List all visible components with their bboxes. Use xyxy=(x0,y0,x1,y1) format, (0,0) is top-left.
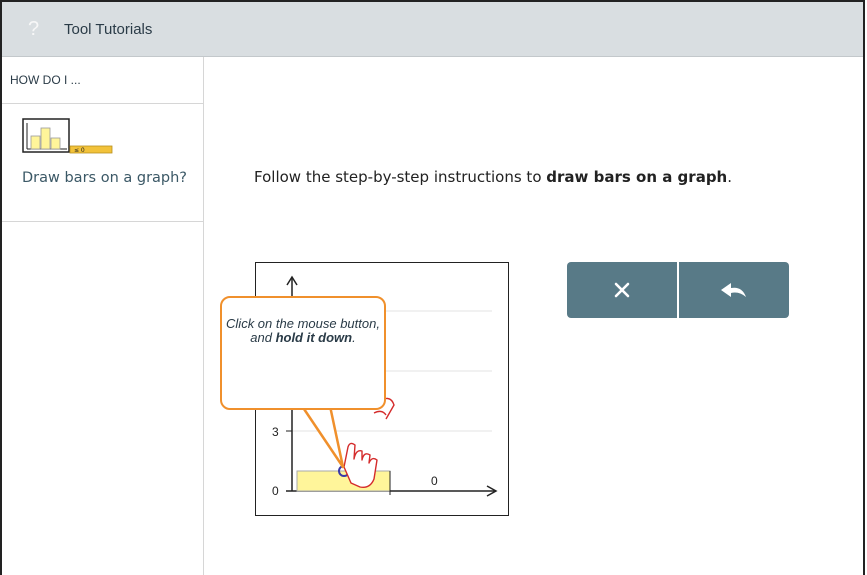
svg-text:≤ 0: ≤ 0 xyxy=(74,147,85,154)
instruction-prefix: Follow the step-by-step instructions to xyxy=(254,168,547,186)
bar[interactable] xyxy=(296,470,391,492)
window-title: Tool Tutorials xyxy=(64,20,153,38)
callout-line2: and xyxy=(250,330,276,345)
title-bar: ? Tool Tutorials xyxy=(2,2,863,57)
sidebar-item-label: Draw bars on a graph? xyxy=(22,170,188,186)
undo-icon xyxy=(721,283,746,297)
callout-tail xyxy=(300,405,345,469)
tutorial-controls xyxy=(567,262,789,318)
sidebar: HOW DO I ... ≤ 0 Draw bars on a graph? xyxy=(2,57,204,575)
callout-bold: hold it down xyxy=(275,330,353,345)
sidebar-item-draw-bars[interactable]: ≤ 0 Draw bars on a graph? xyxy=(2,104,203,222)
question-mark-icon[interactable]: ? xyxy=(28,18,42,41)
instruction-emphasis: draw bars on a graph xyxy=(546,168,728,186)
y-label-0: 0 xyxy=(272,484,279,498)
bar-value-label: 0 xyxy=(431,474,438,488)
instruction-text: Follow the step-by-step instructions to … xyxy=(254,168,732,186)
bar-graph-tool-icon: ≤ 0 xyxy=(22,118,113,154)
instruction-suffix: . xyxy=(727,168,733,186)
close-button[interactable] xyxy=(567,262,677,318)
undo-button[interactable] xyxy=(679,262,789,318)
close-icon xyxy=(614,282,630,298)
callout-line1: Click on the mouse button, xyxy=(226,316,380,331)
instruction-callout: Click on the mouse button, and hold it d… xyxy=(220,296,386,410)
sidebar-header: HOW DO I ... xyxy=(2,57,203,104)
y-label-3: 3 xyxy=(272,425,279,439)
callout-end: . xyxy=(352,330,356,345)
